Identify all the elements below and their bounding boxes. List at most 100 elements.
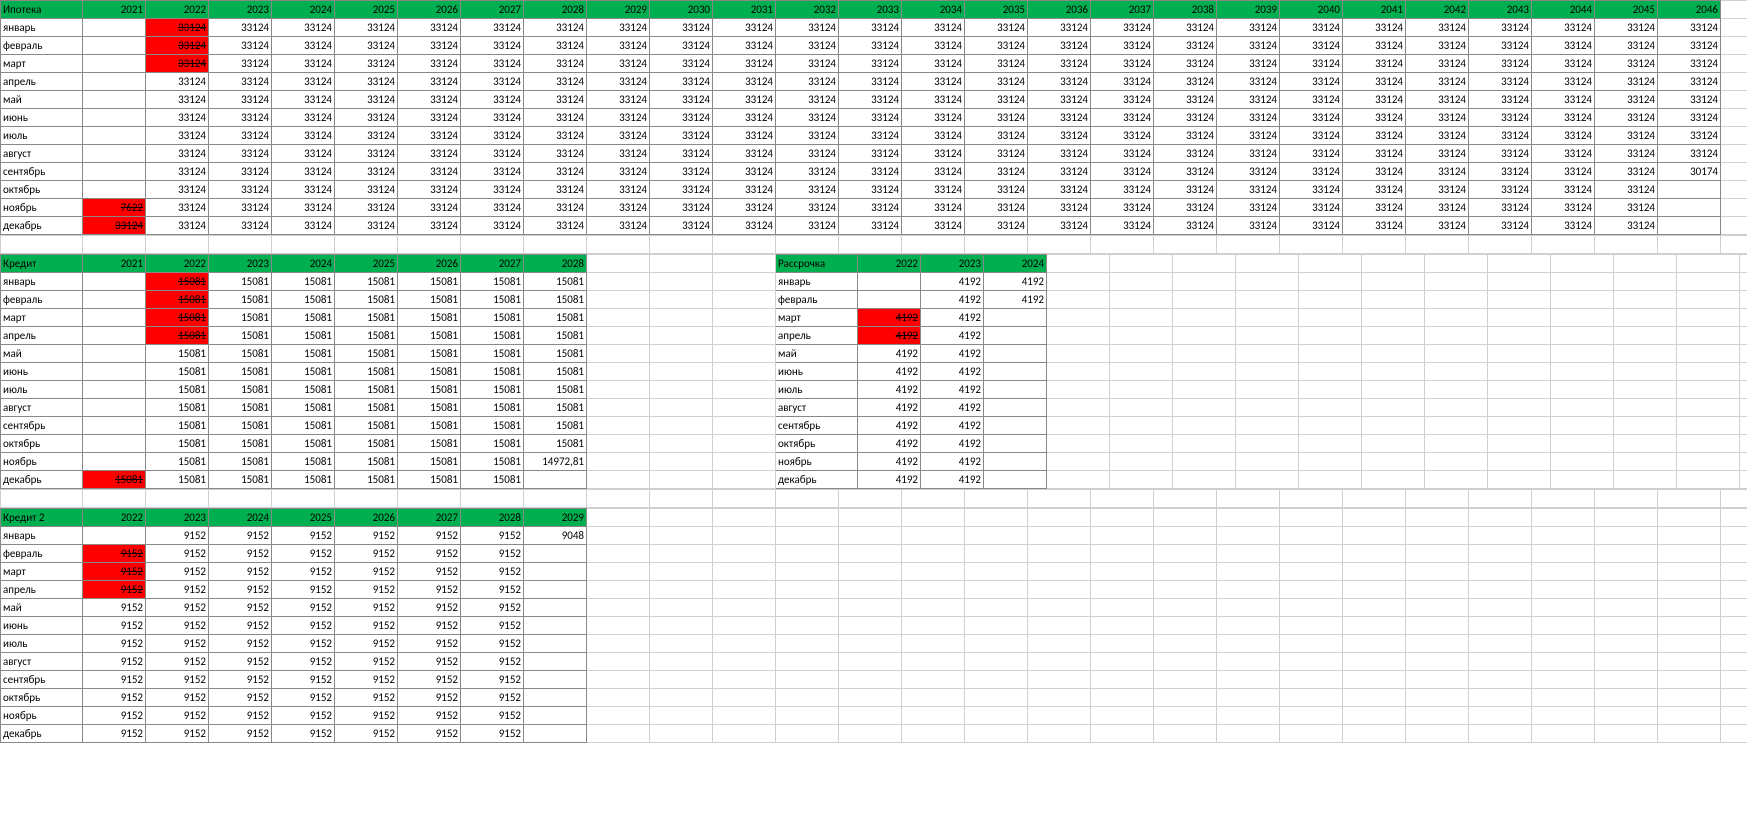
grid-cell[interactable]: [1406, 671, 1469, 689]
grid-cell[interactable]: [1425, 327, 1488, 345]
data-cell[interactable]: 33124: [776, 19, 839, 37]
data-cell[interactable]: 33124: [272, 145, 335, 163]
data-cell[interactable]: 33124: [650, 217, 713, 235]
data-cell[interactable]: 33124: [335, 55, 398, 73]
row-label[interactable]: март: [1, 563, 83, 581]
row-label[interactable]: сентябрь: [1, 163, 83, 181]
grid-cell[interactable]: [1091, 563, 1154, 581]
data-cell[interactable]: 15081: [272, 291, 335, 309]
grid-cell[interactable]: [1406, 527, 1469, 545]
data-cell[interactable]: 33124: [209, 163, 272, 181]
data-cell[interactable]: 33124: [398, 109, 461, 127]
grid-cell[interactable]: [965, 599, 1028, 617]
data-cell[interactable]: 4192: [921, 273, 984, 291]
grid-cell[interactable]: [1236, 381, 1299, 399]
data-cell[interactable]: 33124: [398, 127, 461, 145]
grid-cell[interactable]: [1028, 671, 1091, 689]
grid-cell[interactable]: [839, 707, 902, 725]
grid-cell[interactable]: [1469, 725, 1532, 743]
grid-cell[interactable]: [902, 490, 965, 508]
grid-cell[interactable]: [1595, 490, 1658, 508]
grid-cell[interactable]: [1740, 327, 1747, 345]
grid-cell[interactable]: [650, 689, 713, 707]
data-cell[interactable]: [524, 545, 587, 563]
data-cell[interactable]: 9152: [272, 635, 335, 653]
grid-cell[interactable]: [650, 471, 713, 489]
grid-cell[interactable]: [1721, 527, 1747, 545]
data-cell[interactable]: 9152: [146, 653, 209, 671]
grid-cell[interactable]: [1721, 236, 1747, 254]
header-year[interactable]: 2034: [902, 1, 965, 19]
grid-cell[interactable]: [1425, 291, 1488, 309]
grid-cell[interactable]: [839, 599, 902, 617]
grid-cell[interactable]: [1217, 490, 1280, 508]
data-cell[interactable]: 33124: [650, 127, 713, 145]
data-cell[interactable]: 9152: [272, 707, 335, 725]
grid-cell[interactable]: [1658, 635, 1721, 653]
data-cell[interactable]: 33124: [1343, 181, 1406, 199]
grid-cell[interactable]: [1532, 671, 1595, 689]
data-cell[interactable]: 33124: [1595, 199, 1658, 217]
grid-cell[interactable]: [587, 453, 650, 471]
grid-cell[interactable]: [1614, 291, 1677, 309]
grid-cell[interactable]: [1280, 581, 1343, 599]
grid-cell[interactable]: [1028, 236, 1091, 254]
data-cell[interactable]: 33124: [272, 37, 335, 55]
data-cell[interactable]: 33124: [1028, 163, 1091, 181]
data-cell[interactable]: 33124: [335, 181, 398, 199]
data-cell[interactable]: 33124: [650, 91, 713, 109]
grid-cell[interactable]: [1047, 417, 1110, 435]
header-year[interactable]: 2028: [524, 1, 587, 19]
data-cell[interactable]: 33124: [272, 19, 335, 37]
data-cell[interactable]: 15081: [146, 471, 209, 489]
data-cell[interactable]: 9152: [335, 527, 398, 545]
header-year[interactable]: 2046: [1658, 1, 1721, 19]
grid-cell[interactable]: [1721, 217, 1747, 235]
grid-cell[interactable]: [1173, 435, 1236, 453]
grid-cell[interactable]: [587, 291, 650, 309]
grid-cell[interactable]: [1047, 399, 1110, 417]
grid-cell[interactable]: [461, 236, 524, 254]
data-cell[interactable]: 33124: [1028, 37, 1091, 55]
data-cell[interactable]: 15081: [146, 435, 209, 453]
grid-cell[interactable]: [1091, 707, 1154, 725]
grid-cell[interactable]: [1425, 255, 1488, 273]
header-year[interactable]: 2035: [965, 1, 1028, 19]
data-cell[interactable]: 33124: [1217, 127, 1280, 145]
data-cell[interactable]: 15081: [524, 399, 587, 417]
grid-cell[interactable]: [1406, 653, 1469, 671]
grid-cell[interactable]: [587, 381, 650, 399]
grid-cell[interactable]: [1488, 471, 1551, 489]
data-cell[interactable]: 4192: [921, 345, 984, 363]
data-cell[interactable]: 15081: [461, 471, 524, 489]
grid-cell[interactable]: [713, 563, 776, 581]
data-cell[interactable]: 15081: [335, 327, 398, 345]
data-cell[interactable]: 15081: [335, 381, 398, 399]
grid-cell[interactable]: [1154, 581, 1217, 599]
data-cell[interactable]: [83, 109, 146, 127]
data-cell[interactable]: 9152: [461, 599, 524, 617]
row-label[interactable]: июль: [1, 127, 83, 145]
grid-cell[interactable]: [1236, 273, 1299, 291]
grid-cell[interactable]: [1217, 617, 1280, 635]
grid-cell[interactable]: [1110, 291, 1173, 309]
data-cell[interactable]: 9152: [398, 581, 461, 599]
grid-cell[interactable]: [1280, 236, 1343, 254]
data-cell[interactable]: 33124: [776, 91, 839, 109]
grid-cell[interactable]: [1740, 471, 1747, 489]
data-cell[interactable]: 33124: [1280, 37, 1343, 55]
data-cell[interactable]: 9152: [335, 581, 398, 599]
grid-cell[interactable]: [776, 490, 839, 508]
grid-cell[interactable]: [1721, 671, 1747, 689]
data-cell[interactable]: 15081: [461, 435, 524, 453]
data-cell[interactable]: 33124: [650, 163, 713, 181]
grid-cell[interactable]: [1595, 509, 1658, 527]
data-cell[interactable]: 33124: [776, 55, 839, 73]
data-cell[interactable]: [858, 273, 921, 291]
data-cell[interactable]: 14972,81: [524, 453, 587, 471]
grid-cell[interactable]: [1217, 545, 1280, 563]
data-cell[interactable]: 33124: [965, 37, 1028, 55]
data-cell[interactable]: 33124: [965, 199, 1028, 217]
data-cell[interactable]: 33124: [524, 163, 587, 181]
data-cell[interactable]: 33124: [1469, 181, 1532, 199]
